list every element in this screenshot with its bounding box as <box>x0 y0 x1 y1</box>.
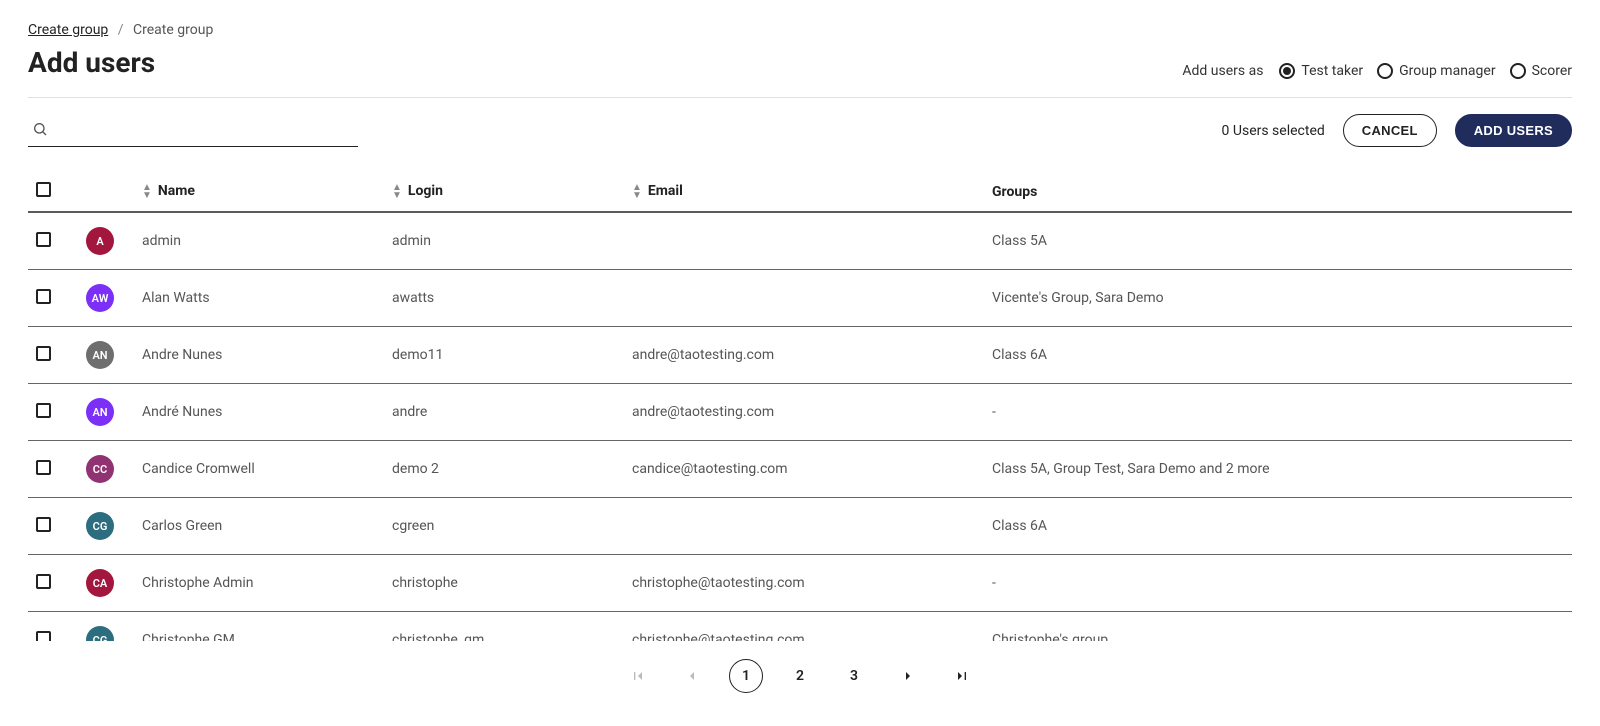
cell-login: admin <box>384 212 624 270</box>
prev-page-button[interactable] <box>675 659 709 693</box>
search-field-wrap[interactable] <box>28 115 358 147</box>
cell-name: Christophe Admin <box>134 555 384 612</box>
avatar: CG <box>86 626 114 641</box>
row-checkbox[interactable] <box>36 460 51 475</box>
last-page-button[interactable] <box>945 659 979 693</box>
radio-icon <box>1377 63 1393 79</box>
cell-login: christophe_gm <box>384 612 624 642</box>
pagination: 123 <box>28 641 1572 711</box>
table-row: CC Candice Cromwelldemo 2candice@taotesti… <box>28 441 1572 498</box>
row-checkbox[interactable] <box>36 631 51 642</box>
sort-icon <box>632 184 642 200</box>
avatar: AN <box>86 341 114 369</box>
cell-groups: Christophe's group <box>984 612 1572 642</box>
table-row: AW Alan Wattsawatts Vicente's Group, Sara … <box>28 270 1572 327</box>
cell-email: candice@taotesting.com <box>624 441 984 498</box>
cell-name: Candice Cromwell <box>134 441 384 498</box>
breadcrumb: Create group / Create group <box>28 22 1572 38</box>
cell-email: andre@taotesting.com <box>624 327 984 384</box>
role-radio-group-manager[interactable]: Group manager <box>1377 63 1495 79</box>
avatar: AW <box>86 284 114 312</box>
sort-icon <box>392 184 402 200</box>
cell-name: Christophe GM <box>134 612 384 642</box>
select-all-checkbox[interactable] <box>36 182 51 197</box>
page-title: Add users <box>28 46 155 79</box>
page-button-2[interactable]: 2 <box>783 659 817 693</box>
row-checkbox[interactable] <box>36 346 51 361</box>
breadcrumb-link-create-group[interactable]: Create group <box>28 22 108 38</box>
add-users-button[interactable]: ADD USERS <box>1455 114 1572 147</box>
users-table: Name Login Email Groups Aadminadmin Class… <box>28 172 1572 641</box>
cancel-button[interactable]: CANCEL <box>1343 114 1437 147</box>
role-radio-group: Add users as Test taker Group manager Scor… <box>1182 63 1572 79</box>
cell-email <box>624 498 984 555</box>
row-checkbox[interactable] <box>36 517 51 532</box>
cell-login: andre <box>384 384 624 441</box>
search-icon <box>32 121 48 137</box>
cell-email <box>624 270 984 327</box>
radio-icon <box>1279 63 1295 79</box>
breadcrumb-current: Create group <box>133 22 213 38</box>
avatar: A <box>86 227 114 255</box>
cell-login: christophe <box>384 555 624 612</box>
cell-groups: Vicente's Group, Sara Demo <box>984 270 1572 327</box>
row-checkbox[interactable] <box>36 289 51 304</box>
cell-groups: Class 5A, Group Test, Sara Demo and 2 mo… <box>984 441 1572 498</box>
cell-name: André Nunes <box>134 384 384 441</box>
role-radio-test-taker[interactable]: Test taker <box>1279 63 1363 79</box>
row-checkbox[interactable] <box>36 574 51 589</box>
role-radio-label: Test taker <box>1301 63 1363 79</box>
column-header-login[interactable]: Login <box>384 172 624 212</box>
avatar: AN <box>86 398 114 426</box>
cell-email: andre@taotesting.com <box>624 384 984 441</box>
cell-groups: - <box>984 384 1572 441</box>
cell-groups: - <box>984 555 1572 612</box>
selected-count: 0 Users selected <box>1222 123 1325 139</box>
table-row: CG Carlos Greencgreen Class 6A <box>28 498 1572 555</box>
radio-icon <box>1510 63 1526 79</box>
cell-groups: Class 6A <box>984 498 1572 555</box>
cell-groups: Class 5A <box>984 212 1572 270</box>
column-header-name[interactable]: Name <box>134 172 384 212</box>
cell-email: christophe@taotesting.com <box>624 555 984 612</box>
table-row: AN Andre Nunesdemo11andre@taotesting.comC… <box>28 327 1572 384</box>
role-radio-label: Group manager <box>1399 63 1495 79</box>
users-table-body: Aadminadmin Class 5A AW Alan Wattsawatts Vic… <box>28 212 1572 641</box>
cell-login: cgreen <box>384 498 624 555</box>
page-button-3[interactable]: 3 <box>837 659 871 693</box>
row-checkbox[interactable] <box>36 403 51 418</box>
divider <box>28 97 1572 98</box>
table-row: Aadminadmin Class 5A <box>28 212 1572 270</box>
cell-login: awatts <box>384 270 624 327</box>
table-row: CA Christophe Adminchristophechristophe@t… <box>28 555 1572 612</box>
cell-email <box>624 212 984 270</box>
row-checkbox[interactable] <box>36 232 51 247</box>
cell-groups: Class 6A <box>984 327 1572 384</box>
role-prompt: Add users as <box>1182 63 1263 79</box>
cell-name: Carlos Green <box>134 498 384 555</box>
cell-name: admin <box>134 212 384 270</box>
search-input[interactable] <box>56 123 358 139</box>
avatar: CG <box>86 512 114 540</box>
page-button-1[interactable]: 1 <box>729 659 763 693</box>
role-radio-scorer[interactable]: Scorer <box>1510 63 1572 79</box>
avatar: CA <box>86 569 114 597</box>
cell-login: demo11 <box>384 327 624 384</box>
column-header-groups: Groups <box>984 172 1572 212</box>
cell-name: Alan Watts <box>134 270 384 327</box>
cell-email: christophe@taotesting.com <box>624 612 984 642</box>
first-page-button[interactable] <box>621 659 655 693</box>
table-row: CG Christophe GMchristophe_gmchristophe@t… <box>28 612 1572 642</box>
role-radio-label: Scorer <box>1532 63 1572 79</box>
table-row: AN André Nunesandreandre@taotesting.com- <box>28 384 1572 441</box>
column-header-email[interactable]: Email <box>624 172 984 212</box>
cell-login: demo 2 <box>384 441 624 498</box>
breadcrumb-separator: / <box>118 22 124 38</box>
cell-name: Andre Nunes <box>134 327 384 384</box>
next-page-button[interactable] <box>891 659 925 693</box>
avatar: CC <box>86 455 114 483</box>
sort-icon <box>142 184 152 200</box>
